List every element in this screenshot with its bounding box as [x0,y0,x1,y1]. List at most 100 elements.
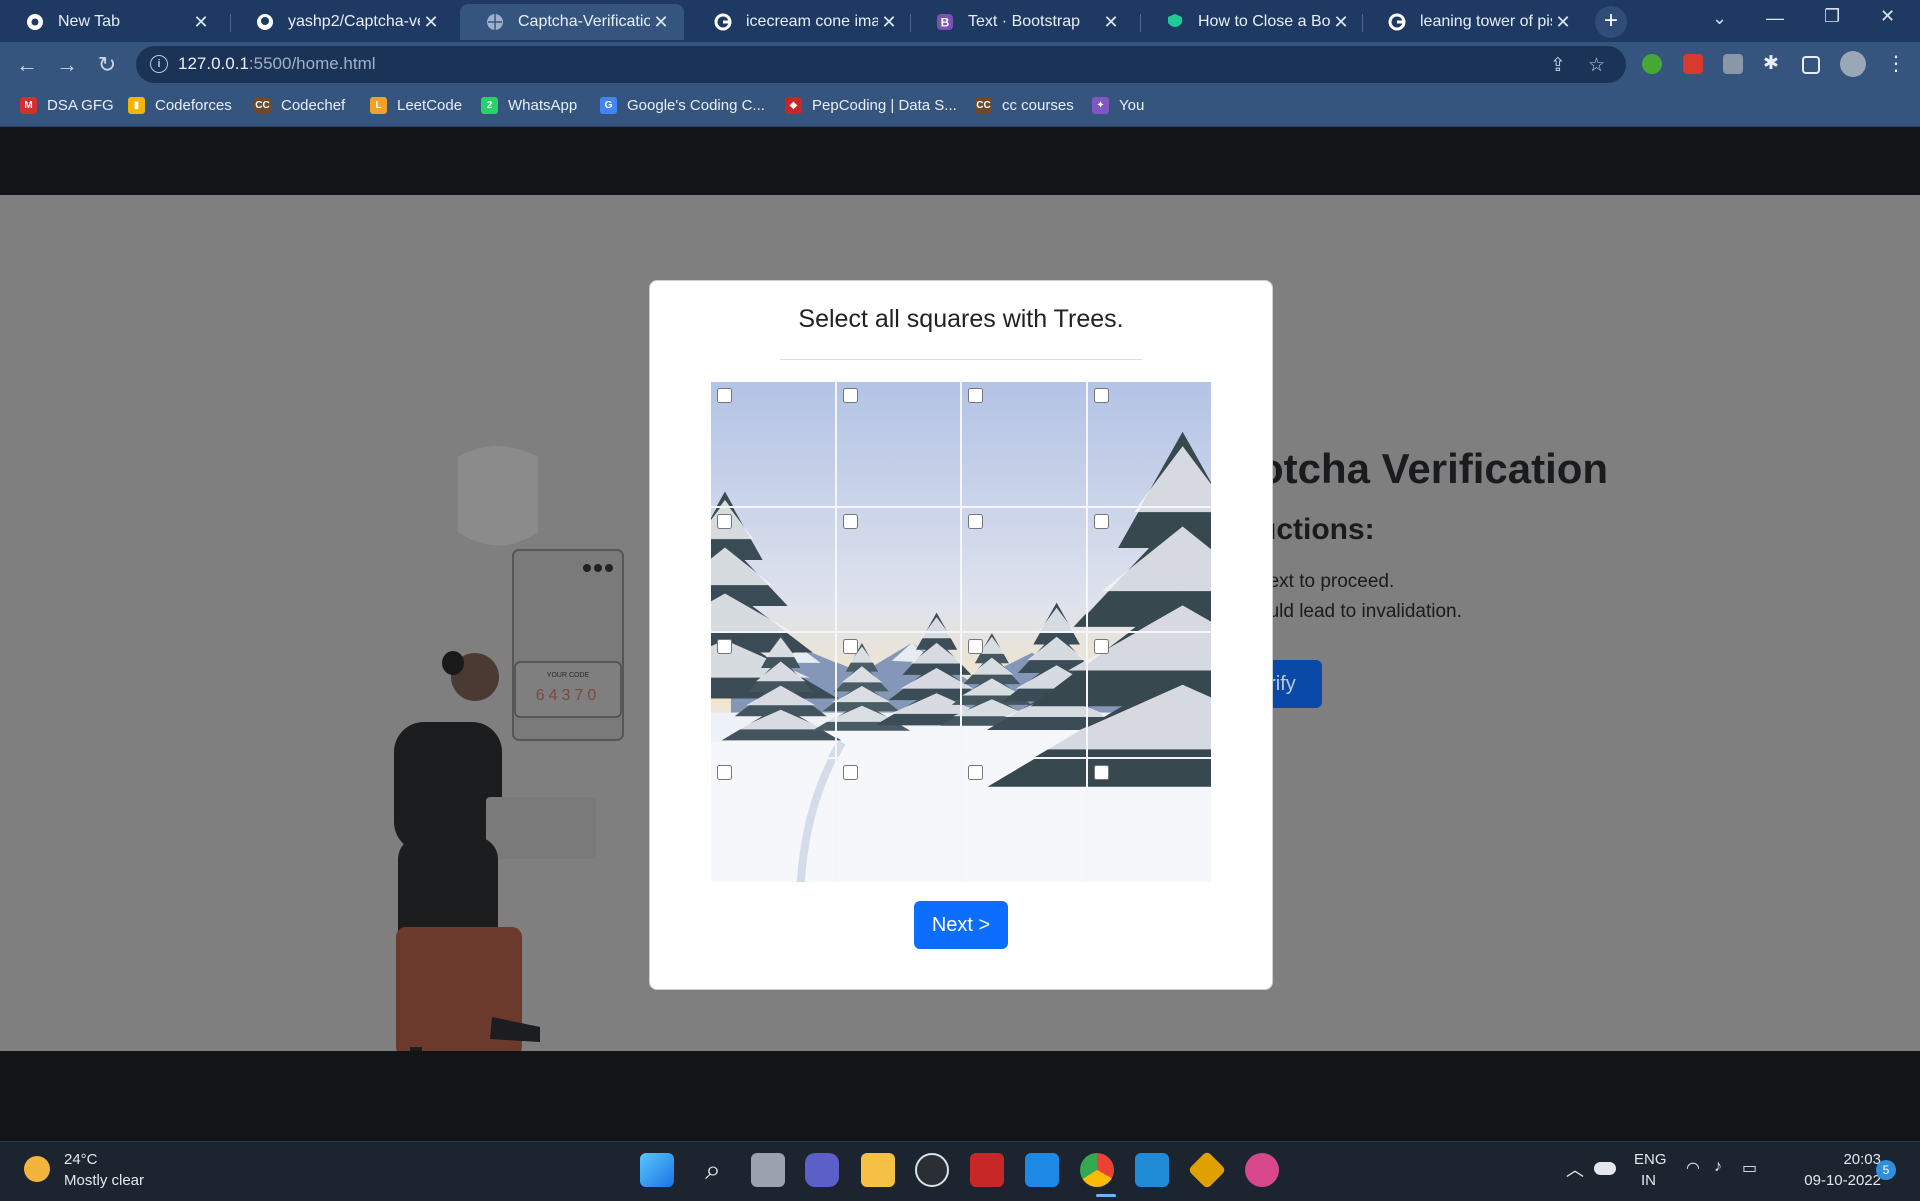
captcha-tile[interactable] [711,508,835,632]
onedrive-icon[interactable] [1594,1162,1616,1175]
captcha-tile[interactable] [962,508,1086,632]
captcha-tile[interactable] [962,633,1086,757]
bookmark-leetcode[interactable]: LLeetCode [370,97,462,114]
search-icon[interactable]: ⌕ [696,1153,730,1187]
language-top[interactable]: ENG [1634,1151,1667,1168]
tab-3[interactable]: Captcha-Verification✕ [460,4,684,40]
tile-checkbox[interactable] [843,514,858,529]
bookmark-star-icon[interactable]: ☆ [1588,54,1605,77]
tile-checkbox[interactable] [843,639,858,654]
bookmark-codechef[interactable]: CCCodechef [254,97,345,114]
tile-checkbox[interactable] [968,765,983,780]
tab-close-icon[interactable]: ✕ [1552,12,1574,33]
tile-checkbox[interactable] [968,388,983,403]
tile-checkbox[interactable] [843,765,858,780]
tile-checkbox[interactable] [843,388,858,403]
reload-icon[interactable]: ↻ [92,50,122,80]
url-text[interactable]: 127.0.0.1:5500/home.html [178,54,376,74]
tab-1[interactable]: New Tab✕ [0,4,224,40]
new-tab-button[interactable]: + [1595,6,1627,38]
captcha-tile[interactable] [962,382,1086,506]
close-window-icon[interactable]: ✕ [1880,6,1895,27]
tile-checkbox[interactable] [968,639,983,654]
bookmark-cc-courses[interactable]: CCcc courses [975,97,1074,114]
tab-4[interactable]: icecream cone image✕ [688,4,912,40]
chrome-icon[interactable] [1080,1153,1114,1187]
tab-search-icon[interactable]: ⌄ [1712,8,1727,29]
captcha-tile[interactable] [837,382,961,506]
tab-7[interactable]: leaning tower of pisa✕ [1362,4,1586,40]
tile-checkbox[interactable] [968,514,983,529]
start-button-icon[interactable] [640,1153,674,1187]
tile-checkbox[interactable] [1094,765,1109,780]
tab-close-icon[interactable]: ✕ [190,12,212,33]
tab-close-icon[interactable]: ✕ [878,12,900,33]
tab-close-icon[interactable]: ✕ [420,12,442,33]
profile-avatar[interactable] [1840,51,1866,77]
captcha-tile[interactable] [1088,508,1212,632]
dell-icon[interactable] [915,1153,949,1187]
battery-icon[interactable]: ▭ [1742,1158,1757,1178]
bookmark-pepcoding-data-s[interactable]: ◆PepCoding | Data S... [785,97,957,114]
tile-checkbox[interactable] [717,639,732,654]
back-icon[interactable]: ← [12,50,42,80]
extension-green-icon[interactable] [1642,54,1662,74]
tile-checkbox[interactable] [1094,388,1109,403]
bookmark-dsa-gfg[interactable]: MDSA GFG [20,97,114,114]
captcha-tile[interactable] [837,633,961,757]
next-button[interactable]: Next > [914,901,1008,949]
bookmark-google-s-coding-c[interactable]: GGoogle's Coding C... [600,97,765,114]
minimize-icon[interactable]: — [1766,8,1784,29]
tile-checkbox[interactable] [1094,514,1109,529]
tile-checkbox[interactable] [717,388,732,403]
address-bar[interactable]: i 127.0.0.1:5500/home.html ⇪ ☆ [136,46,1626,83]
captcha-tile[interactable] [837,508,961,632]
site-info-icon[interactable]: i [150,55,168,73]
forward-icon[interactable]: → [52,50,82,80]
tab-close-icon[interactable]: ✕ [1330,12,1352,33]
captcha-tile[interactable] [837,759,961,883]
clock-time[interactable]: 20:03 [1841,1151,1881,1168]
git-icon[interactable] [1188,1151,1226,1189]
media-player-icon[interactable] [1245,1153,1279,1187]
task-view-icon[interactable] [751,1153,785,1187]
tray-overflow-icon[interactable]: ︿ [1566,1156,1584,1182]
mail-icon[interactable] [1025,1153,1059,1187]
restore-icon[interactable]: ❐ [1824,6,1840,27]
volume-icon[interactable]: ♪ [1714,1158,1722,1176]
bookmark-you[interactable]: ✦You [1092,97,1144,114]
extensions-puzzle-icon[interactable]: ✱ [1763,54,1783,74]
extension-red-icon[interactable] [1683,54,1703,74]
tab-close-icon[interactable]: ✕ [1100,12,1122,33]
tile-checkbox[interactable] [717,514,732,529]
share-icon[interactable]: ⇪ [1550,54,1566,77]
bookmark-codeforces[interactable]: ▮Codeforces [128,97,232,114]
vscode-icon[interactable] [1135,1153,1169,1187]
captcha-tile[interactable] [711,633,835,757]
notification-badge[interactable]: 5 [1876,1160,1896,1180]
extension-gray-icon[interactable] [1723,54,1743,74]
mcafee-icon[interactable] [970,1153,1004,1187]
browser-menu-icon[interactable]: ⋮ [1886,54,1906,74]
bg-line2-text: ould lead to invalidation. [1258,601,1462,622]
side-panel-icon[interactable] [1802,56,1820,74]
captcha-tile[interactable] [962,759,1086,883]
captcha-tile[interactable] [1088,759,1212,883]
tile-checkbox[interactable] [1094,639,1109,654]
bookmark-whatsapp[interactable]: 2WhatsApp [481,97,577,114]
clock-date[interactable]: 09-10-2022 [1785,1172,1881,1189]
file-explorer-icon[interactable] [861,1153,895,1187]
tab-2[interactable]: yashp2/Captcha-verifi✕ [230,4,454,40]
captcha-tile[interactable] [1088,633,1212,757]
modal-title: Select all squares with Trees. [650,305,1272,334]
chat-icon[interactable] [805,1153,839,1187]
captcha-tile[interactable] [1088,382,1212,506]
tab-6[interactable]: How to Close a Boots✕ [1140,4,1364,40]
wifi-icon[interactable]: ◠ [1686,1158,1700,1178]
tab-close-icon[interactable]: ✕ [650,12,672,33]
language-bottom[interactable]: IN [1641,1172,1656,1189]
captcha-tile[interactable] [711,382,835,506]
tab-5[interactable]: BText · Bootstrap✕ [910,4,1134,40]
captcha-tile[interactable] [711,759,835,883]
tile-checkbox[interactable] [717,765,732,780]
